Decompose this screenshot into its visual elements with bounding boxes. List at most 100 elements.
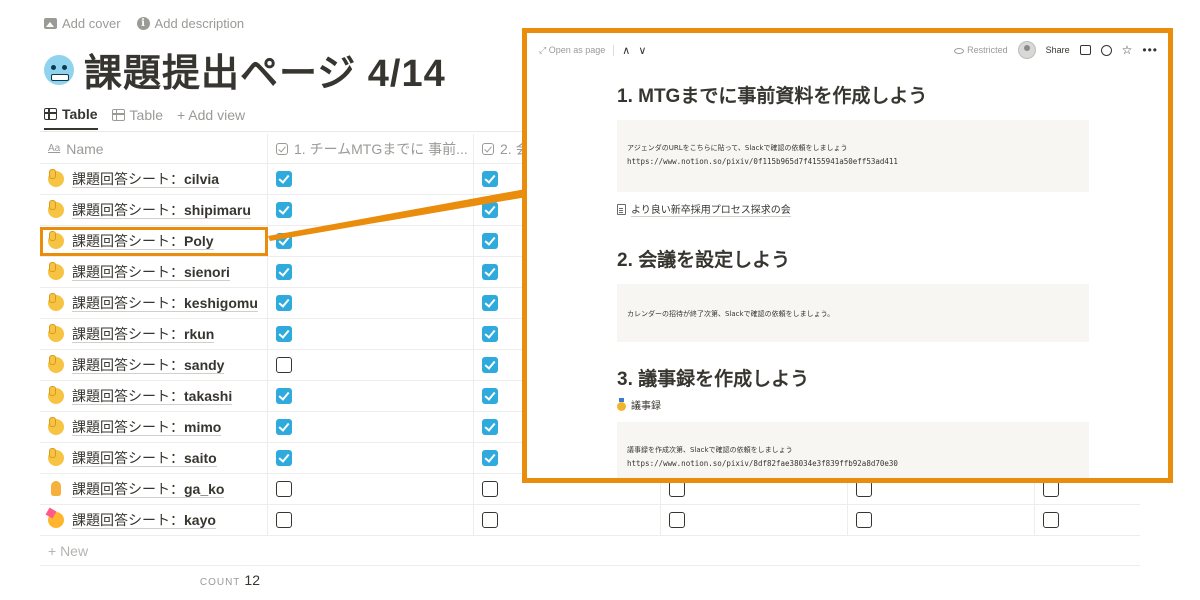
checkbox-property-icon	[276, 142, 288, 155]
row-title: 課題回答シート：takashi	[72, 386, 233, 406]
row-title-prefix: 課題回答シート：	[72, 171, 184, 188]
person-raising-hand-icon	[48, 324, 64, 342]
checkbox[interactable]	[856, 481, 872, 497]
name-cell[interactable]: 課題回答シート：cilvia	[40, 164, 268, 194]
chevron-down-icon[interactable]: ∨	[638, 44, 646, 57]
checkbox[interactable]	[276, 171, 292, 187]
row-title-prefix: 課題回答シート：	[72, 264, 184, 281]
checkbox-property-icon	[482, 142, 494, 155]
checkbox[interactable]	[482, 450, 498, 466]
page-link[interactable]: より良い新卒採用プロセス探求の会	[617, 201, 1089, 217]
clock-icon[interactable]	[1100, 44, 1112, 56]
name-cell[interactable]: 課題回答シート：sienori	[40, 257, 268, 287]
person-raising-hand-icon	[48, 293, 64, 311]
name-cell[interactable]: 課題回答シート：ga_ko	[40, 474, 268, 504]
restricted-label: Restricted	[967, 45, 1008, 55]
checkbox[interactable]	[276, 450, 292, 466]
name-cell[interactable]: 課題回答シート：saito	[40, 443, 268, 473]
row-title: 課題回答シート：kayo	[72, 510, 216, 530]
checkbox[interactable]	[482, 171, 498, 187]
row-title-name: mimo	[184, 419, 222, 436]
name-cell[interactable]: 課題回答シート：keshigomu	[40, 288, 268, 318]
count-calculation[interactable]: COUNT 12	[40, 572, 268, 588]
column-header-task-1[interactable]: 1. チームMTGまでに 事前...	[268, 134, 474, 163]
share-button[interactable]: Share	[1046, 45, 1070, 55]
name-cell[interactable]: 課題回答シート：sandy	[40, 350, 268, 380]
checkbox[interactable]	[276, 512, 292, 528]
page-preview-panel: ⤢ Open as page ∧ ∨ Restricted Share ☆ ••…	[522, 28, 1173, 483]
tab-table-1[interactable]: Table	[44, 106, 98, 130]
page-title: 課題提出ページ 4/14	[44, 42, 446, 97]
code-block-1[interactable]: アジェンダのURLをこちらに貼って、Slackで確認の依頼をしましょう http…	[617, 120, 1089, 192]
checkbox[interactable]	[276, 357, 292, 373]
name-cell[interactable]: 課題回答シート：kayo	[40, 505, 268, 535]
checkbox[interactable]	[482, 388, 498, 404]
page-title-text[interactable]: 課題提出ページ 4/14	[84, 42, 446, 97]
row-title-prefix: 課題回答シート：	[72, 326, 184, 343]
page-icon	[617, 203, 626, 215]
tab-table-2[interactable]: Table	[111, 106, 163, 130]
heading-section-2: 2. 会議を設定しよう	[617, 250, 791, 271]
checkbox[interactable]	[482, 233, 498, 249]
code-block-3[interactable]: 議事録を作成次第、Slackで確認の依頼をしましょう https://www.n…	[617, 422, 1089, 478]
row-title-prefix: 課題回答シート：	[72, 481, 184, 498]
checkbox[interactable]	[276, 481, 292, 497]
add-description-button[interactable]: i Add description	[136, 16, 244, 31]
new-row-button[interactable]: + New	[40, 536, 1140, 566]
checkbox-cell	[1035, 505, 1140, 535]
checkbox[interactable]	[276, 233, 292, 249]
more-icon[interactable]: •••	[1142, 43, 1158, 57]
checkbox[interactable]	[482, 512, 498, 528]
row-title: 課題回答シート：cilvia	[72, 169, 220, 189]
checkbox[interactable]	[276, 264, 292, 280]
row-title-name: keshigomu	[184, 295, 258, 312]
checkbox[interactable]	[482, 481, 498, 497]
checkbox[interactable]	[482, 202, 498, 218]
checkbox-cell	[268, 257, 474, 287]
heading-section-1: 1. MTGまでに事前資料を作成しよう	[617, 86, 928, 107]
table-row[interactable]: 課題回答シート：kayo	[40, 505, 1140, 536]
row-title: 課題回答シート：keshigomu	[72, 293, 258, 313]
chevron-up-icon[interactable]: ∧	[622, 44, 630, 57]
row-title: 課題回答シート：sienori	[72, 262, 230, 282]
checkbox[interactable]	[276, 326, 292, 342]
row-title-name: kayo	[184, 512, 216, 529]
star-icon[interactable]: ☆	[1122, 44, 1133, 56]
add-view-button[interactable]: + Add view	[177, 106, 245, 130]
row-title: 課題回答シート：rkun	[72, 324, 215, 344]
checkbox[interactable]	[482, 326, 498, 342]
open-as-page-button[interactable]: ⤢ Open as page	[539, 45, 605, 56]
checkbox[interactable]	[276, 388, 292, 404]
name-cell[interactable]: 課題回答シート：shipimaru	[40, 195, 268, 225]
checkbox-cell	[268, 443, 474, 473]
page-link[interactable]: 議事録	[617, 397, 1089, 412]
checkbox-cell	[848, 505, 1035, 535]
column-header-name[interactable]: Aa Name	[40, 134, 268, 163]
name-cell[interactable]: 課題回答シート：rkun	[40, 319, 268, 349]
person-raising-hand-icon	[48, 417, 64, 435]
checkbox[interactable]	[482, 264, 498, 280]
checkbox[interactable]	[482, 357, 498, 373]
checkbox[interactable]	[856, 512, 872, 528]
checkbox[interactable]	[482, 295, 498, 311]
checkbox[interactable]	[669, 481, 685, 497]
code-block-2[interactable]: カレンダーの招待が終了次第、Slackで確認の依頼をしましょう。	[617, 284, 1089, 342]
add-cover-button[interactable]: Add cover	[44, 16, 121, 31]
checkbox[interactable]	[276, 295, 292, 311]
name-cell[interactable]: 課題回答シート：takashi	[40, 381, 268, 411]
checkbox[interactable]	[276, 202, 292, 218]
checkbox[interactable]	[276, 419, 292, 435]
table-icon	[111, 109, 125, 121]
column-header-label: Name	[66, 140, 104, 157]
comment-icon[interactable]	[1079, 45, 1091, 55]
checkbox[interactable]	[669, 512, 685, 528]
avatar[interactable]	[1017, 41, 1036, 59]
checkbox[interactable]	[1043, 481, 1059, 497]
checkbox-cell	[268, 474, 474, 504]
checkbox[interactable]	[482, 419, 498, 435]
row-title: 課題回答シート：shipimaru	[72, 200, 251, 220]
cold-face-icon[interactable]	[44, 54, 74, 85]
checkbox[interactable]	[1043, 512, 1059, 528]
name-cell[interactable]: 課題回答シート：mimo	[40, 412, 268, 442]
restricted-badge[interactable]: Restricted	[954, 45, 1008, 55]
